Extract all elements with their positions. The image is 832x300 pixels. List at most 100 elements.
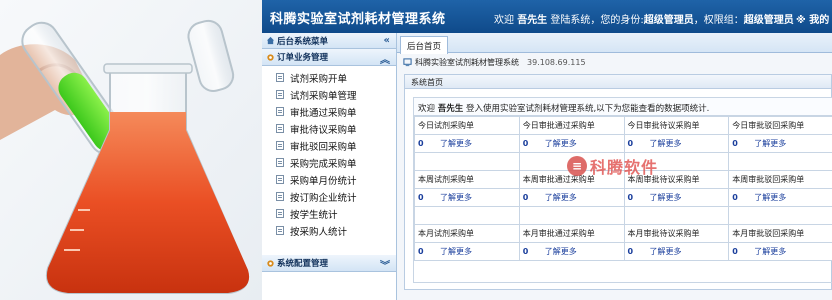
welcome-mid: 登陆系统，您的身份: — [550, 15, 644, 26]
stat-count: 0 — [732, 139, 738, 148]
sidebar-item-buyer-stats[interactable]: 按采购人统计 — [276, 222, 396, 239]
sidebar-menu-title: 后台系统菜单 — [277, 36, 329, 47]
welcome-text: 欢迎 吾先生 登陆系统，您的身份:超级管理员，权限组：超级管理员 — [494, 11, 794, 26]
sidebar-item-pending-orders[interactable]: 审批待议采购单 — [276, 120, 396, 137]
stat-label: 本月审批待议采购单 — [623, 224, 730, 243]
intro-text: 欢迎 吾先生 登入使用实验室试剂耗材管理系统,以下为您能查看的数据项统计. — [414, 98, 832, 116]
document-icon — [276, 90, 284, 99]
learn-more-link[interactable]: 了解更多 — [440, 247, 472, 256]
sidebar-section-header[interactable]: 订单业务管理 ︽ — [262, 49, 396, 66]
stat-count: 0 — [627, 193, 634, 202]
watermark-text: 科腾软件 — [590, 158, 659, 177]
sidebar-item-label: 采购单月份统计 — [290, 175, 357, 187]
sidebar-item-completed-orders[interactable]: 采购完成采购单 — [276, 154, 396, 171]
tab-home[interactable]: 后台首页 — [400, 36, 449, 54]
sidebar-item-label: 审批待议采购单 — [290, 124, 357, 136]
monitor-icon — [403, 57, 412, 66]
learn-more-link[interactable]: 了解更多 — [650, 247, 682, 256]
stat-count: 0 — [627, 139, 634, 148]
stats-label-row: 今日试剂采购单 今日审批通过采购单 今日审批待议采购单 今日审批驳回采购单 — [414, 116, 832, 135]
stat-count: 0 — [522, 139, 529, 148]
sidebar-item-monthly-stats[interactable]: 采购单月份统计 — [276, 171, 396, 188]
sidebar-config-header[interactable]: 系统配置管理 ︾ — [262, 255, 396, 272]
sidebar-footer — [262, 273, 396, 300]
gear-icon — [267, 259, 274, 267]
stat-count: 0 — [418, 139, 424, 148]
learn-more-link[interactable]: 了解更多 — [545, 247, 577, 256]
stat-value-cell: 0 了解更多 — [728, 188, 832, 207]
learn-more-link[interactable]: 了解更多 — [440, 193, 472, 202]
learn-more-link[interactable]: 了解更多 — [545, 139, 577, 148]
stat-count: 0 — [732, 193, 738, 202]
stats-label-row: 本月试剂采购单 本月审批通过采购单 本月审批待议采购单 本月审批驳回采购单 — [414, 224, 832, 243]
sidebar-item-order-management[interactable]: 试剂采购单管理 — [276, 86, 396, 103]
stats-value-row: 0 了解更多 0 了解更多 0 了解更多 0 了解更多 — [414, 134, 832, 153]
sidebar-item-label: 按订购企业统计 — [290, 192, 357, 204]
learn-more-link[interactable]: 了解更多 — [545, 193, 577, 202]
stat-count: 0 — [522, 247, 529, 256]
intro-suffix: 登入使用实验室试剂耗材管理系统,以下为您能查看的数据项统计. — [465, 104, 710, 114]
document-icon — [276, 192, 284, 201]
sidebar-item-student-stats[interactable]: 按学生统计 — [276, 205, 396, 222]
document-icon — [276, 141, 284, 150]
chevron-double-left-icon[interactable]: « — [384, 35, 390, 46]
stat-count: 0 — [732, 247, 738, 256]
stat-value-cell: 0 了解更多 — [414, 188, 520, 207]
user-name: 吾先生 — [517, 15, 548, 26]
document-icon — [276, 124, 284, 133]
stats-spacer-row — [414, 206, 832, 225]
gear-icon — [267, 53, 274, 61]
stat-label: 今日审批通过采购单 — [518, 116, 625, 135]
sidebar-item-approved-orders[interactable]: 审批通过采购单 — [276, 103, 396, 120]
spacer-cell — [728, 152, 832, 171]
lab-flask-photo — [0, 0, 262, 300]
perm-prefix: ，权限组： — [693, 15, 744, 26]
learn-more-link[interactable]: 了解更多 — [754, 139, 786, 148]
sidebar-menu-header[interactable]: 后台系统菜单 « — [262, 33, 396, 49]
stat-count: 0 — [418, 247, 424, 256]
stat-value-cell: 0 了解更多 — [728, 134, 832, 153]
sidebar-item-label: 审批通过采购单 — [290, 107, 357, 119]
learn-more-link[interactable]: 了解更多 — [650, 193, 682, 202]
stat-count: 0 — [418, 193, 424, 202]
spacer-cell — [623, 206, 730, 225]
document-icon — [276, 73, 284, 82]
stats-container: 欢迎 吾先生 登入使用实验室试剂耗材管理系统,以下为您能查看的数据项统计. 今日… — [413, 97, 832, 283]
system-name: 科腾实验室试剂耗材管理系统 — [415, 57, 519, 67]
document-icon — [276, 158, 284, 167]
app-header: 科腾实验室试剂耗材管理系统 欢迎 吾先生 登陆系统，您的身份:超级管理员，权限组… — [262, 0, 832, 33]
stat-label: 本月试剂采购单 — [414, 224, 520, 243]
learn-more-link[interactable]: 了解更多 — [754, 247, 786, 256]
spacer-cell — [414, 152, 520, 171]
sidebar-item-label: 按采购人统计 — [290, 226, 348, 238]
sidebar-item-label: 采购完成采购单 — [290, 158, 357, 170]
sidebar-item-rejected-orders[interactable]: 审批驳回采购单 — [276, 137, 396, 154]
learn-more-link[interactable]: 了解更多 — [754, 193, 786, 202]
sidebar-item-label: 按学生统计 — [290, 209, 338, 221]
stat-value-cell: 0 了解更多 — [518, 134, 625, 153]
watermark: ≡ 科腾软件 — [567, 154, 658, 178]
sidebar-item-reagent-order[interactable]: 试剂采购开单 — [276, 69, 396, 86]
stat-value-cell: 0 了解更多 — [414, 134, 520, 153]
stat-value-cell: 0 了解更多 — [414, 242, 520, 261]
my-account-link[interactable]: ※ 我的 — [796, 11, 829, 26]
chevron-double-up-icon[interactable]: ︽ — [380, 51, 390, 66]
document-icon — [276, 107, 284, 116]
spacer-cell — [728, 206, 832, 225]
stat-label: 本月审批通过采购单 — [518, 224, 625, 243]
stat-value-cell: 0 了解更多 — [518, 188, 625, 207]
learn-more-link[interactable]: 了解更多 — [650, 139, 682, 148]
watermark-logo: ≡ — [567, 156, 587, 176]
spacer-cell — [414, 206, 520, 225]
stat-value-cell: 0 了解更多 — [728, 242, 832, 261]
server-ip: 39.108.69.115 — [527, 57, 586, 67]
stat-label: 今日试剂采购单 — [414, 116, 520, 135]
stat-label: 本周试剂采购单 — [414, 170, 520, 189]
sidebar-item-company-stats[interactable]: 按订购企业统计 — [276, 188, 396, 205]
stats-table: 今日试剂采购单 今日审批通过采购单 今日审批待议采购单 今日审批驳回采购单 0 了解更多 0… — [414, 116, 832, 261]
learn-more-link[interactable]: 了解更多 — [440, 139, 472, 148]
perm-group: 超级管理员 — [743, 15, 794, 26]
welcome-prefix: 欢迎 — [494, 15, 514, 26]
stats-value-row: 0 了解更多 0 了解更多 0 了解更多 0 了解更多 — [414, 242, 832, 261]
chevron-double-down-icon[interactable]: ︾ — [380, 257, 390, 272]
